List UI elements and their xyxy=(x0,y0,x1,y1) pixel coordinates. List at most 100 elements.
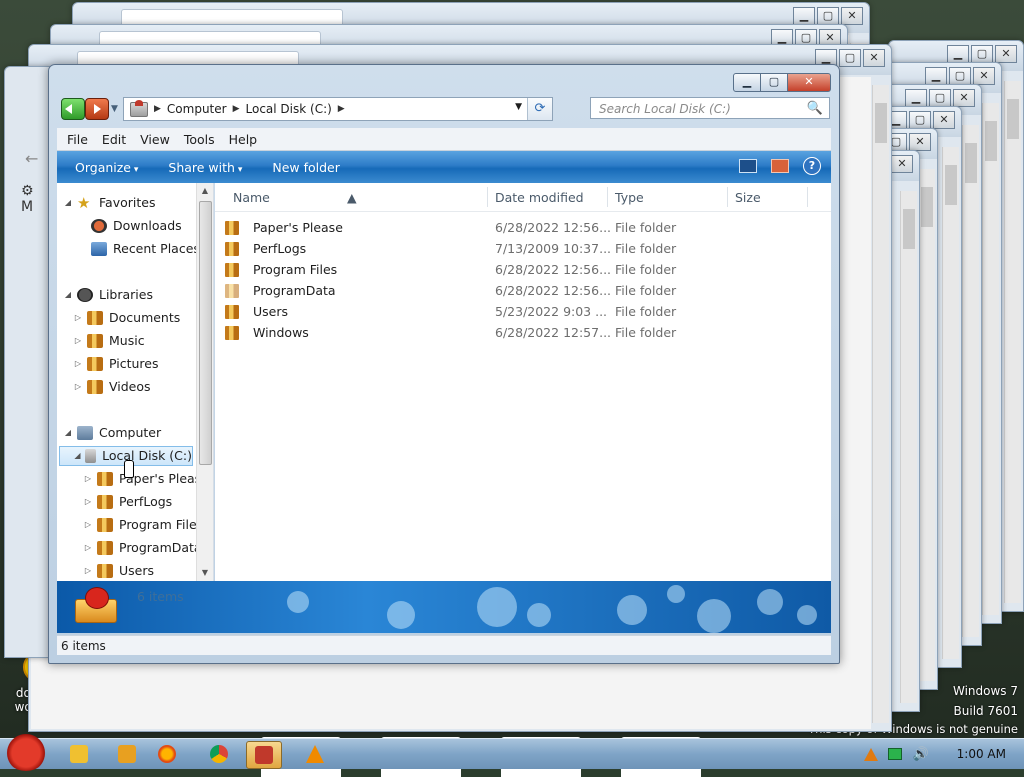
expand-arrow-icon[interactable]: ◢ xyxy=(63,193,73,213)
close-button[interactable]: ✕ xyxy=(788,73,831,92)
speaker-icon[interactable]: 🔊 xyxy=(912,747,928,762)
scroll-down-icon[interactable]: ▼ xyxy=(197,565,213,581)
share-with-button[interactable]: Share with xyxy=(168,160,242,175)
column-headers: ▲ Name Date modified Type Size xyxy=(215,183,831,212)
organize-button[interactable]: Organize xyxy=(75,160,138,175)
expand-arrow-icon[interactable]: ▷ xyxy=(73,331,83,351)
details-item-count: 6 items xyxy=(137,589,184,604)
help-icon[interactable]: ? xyxy=(803,157,821,175)
vlc-icon xyxy=(306,745,324,763)
folder-icon xyxy=(97,518,113,532)
expand-arrow-icon[interactable]: ▷ xyxy=(83,469,93,489)
column-size[interactable]: Size xyxy=(735,190,761,205)
taskbar-firefox-button[interactable] xyxy=(150,741,184,767)
expand-arrow-icon[interactable]: ▷ xyxy=(83,492,93,512)
recent-pages-chevron-icon[interactable]: ▼ xyxy=(111,104,118,114)
column-name[interactable]: Name xyxy=(233,190,270,205)
scrollbar-thumb[interactable] xyxy=(199,201,212,465)
address-bar[interactable]: ▶ Computer ▶ Local Disk (C:) ▶ ▼ ⟳ xyxy=(123,97,553,121)
drive-icon xyxy=(255,746,273,764)
expand-arrow-icon[interactable]: ◢ xyxy=(63,285,73,305)
back-button[interactable] xyxy=(61,98,85,120)
watermark-line-2: Build 7601 xyxy=(953,704,1018,718)
vlc-tray-icon[interactable] xyxy=(864,747,879,761)
taskbar-media-button[interactable] xyxy=(110,741,144,767)
details-pane: 6 items xyxy=(57,581,831,633)
expand-arrow-icon[interactable]: ▷ xyxy=(83,538,93,558)
navigation-bar: ▼ ▶ Computer ▶ Local Disk (C:) ▶ ▼ ⟳ Sea… xyxy=(57,95,831,125)
address-dropdown-icon[interactable]: ▼ xyxy=(515,102,522,112)
file-row[interactable]: ProgramData 6/28/2022 12:56... File folder xyxy=(225,280,785,301)
column-type[interactable]: Type xyxy=(615,190,644,205)
tree-downloads[interactable]: Downloads xyxy=(77,216,182,236)
taskbar: 🔊 1:00 AM xyxy=(0,731,1024,771)
watermark-line-1: Windows 7 xyxy=(952,684,1018,698)
tree-papers-please[interactable]: ▷ Paper's Please xyxy=(83,469,209,489)
libraries-icon xyxy=(77,288,93,302)
expand-arrow-icon[interactable]: ◢ xyxy=(74,446,81,466)
maximize-button[interactable]: ▢ xyxy=(761,73,788,92)
menu-bar: File Edit View Tools Help xyxy=(57,128,831,151)
explorer-window: ▁ ▢ ✕ ▼ ▶ Computer ▶ Local Disk (C:) ▶ ▼… xyxy=(48,64,840,664)
downloads-icon xyxy=(91,219,107,233)
menu-file[interactable]: File xyxy=(67,132,88,147)
tree-documents[interactable]: ▷ Documents xyxy=(73,308,180,328)
folder-icon xyxy=(225,220,239,235)
tree-program-files[interactable]: ▷ Program Files xyxy=(83,515,203,535)
search-placeholder: Search Local Disk (C:) xyxy=(599,102,731,116)
tree-pictures[interactable]: ▷ Pictures xyxy=(73,354,159,374)
tree-recent-places[interactable]: Recent Places xyxy=(77,239,200,259)
taskbar-explorer-button[interactable] xyxy=(62,741,96,767)
file-row[interactable]: Program Files 6/28/2022 12:56... File fold… xyxy=(225,259,785,280)
refresh-icon[interactable]: ⟳ xyxy=(527,98,552,120)
change-view-icon[interactable] xyxy=(739,159,757,173)
folder-icon xyxy=(225,325,239,340)
expand-arrow-icon[interactable]: ▷ xyxy=(83,561,93,581)
network-icon[interactable] xyxy=(888,748,903,760)
tree-favorites[interactable]: ◢ ★ Favorites xyxy=(63,193,156,213)
caption-buttons: ▁ ▢ ✕ xyxy=(733,73,831,92)
expand-arrow-icon[interactable]: ▷ xyxy=(73,354,83,374)
clock[interactable]: 1:00 AM xyxy=(957,747,1006,761)
new-folder-button[interactable]: New folder xyxy=(272,160,340,175)
ghost-browser-edge: ← ⚙ M xyxy=(4,66,50,658)
search-input[interactable]: Search Local Disk (C:) 🔍 xyxy=(590,97,830,119)
chevron-right-icon[interactable]: ▶ xyxy=(154,104,161,114)
folder-icon xyxy=(225,241,239,256)
tree-users[interactable]: ▷ Users xyxy=(83,561,154,581)
taskbar-vlc-button[interactable] xyxy=(298,741,332,767)
expand-arrow-icon[interactable]: ▷ xyxy=(73,308,83,328)
tree-videos[interactable]: ▷ Videos xyxy=(73,377,151,397)
tree-programdata[interactable]: ▷ ProgramData xyxy=(83,538,202,558)
menu-help[interactable]: Help xyxy=(229,132,258,147)
file-row[interactable]: PerfLogs 7/13/2009 10:37... File folder xyxy=(225,238,785,259)
menu-tools[interactable]: Tools xyxy=(184,132,215,147)
tree-perflogs[interactable]: ▷ PerfLogs xyxy=(83,492,172,512)
menu-view[interactable]: View xyxy=(140,132,170,147)
expand-arrow-icon[interactable]: ▷ xyxy=(83,515,93,535)
expand-arrow-icon[interactable]: ◢ xyxy=(63,423,73,443)
file-row[interactable]: Windows 6/28/2022 12:57... File folder xyxy=(225,322,785,343)
tree-computer[interactable]: ◢ Computer xyxy=(63,423,161,443)
preview-pane-icon[interactable] xyxy=(771,159,789,173)
nav-pane-scrollbar[interactable]: ▲ ▼ xyxy=(196,183,213,581)
chevron-right-icon[interactable]: ▶ xyxy=(233,104,240,114)
forward-button[interactable] xyxy=(85,98,109,120)
taskbar-active-explorer-button[interactable] xyxy=(246,741,282,769)
column-date-modified[interactable]: Date modified xyxy=(495,190,584,205)
file-row[interactable]: Paper's Please 6/28/2022 12:56... File fol… xyxy=(225,217,785,238)
taskbar-chrome-button[interactable] xyxy=(202,741,236,767)
breadcrumb-computer[interactable]: Computer xyxy=(167,102,227,116)
menu-edit[interactable]: Edit xyxy=(102,132,126,147)
star-icon: ★ xyxy=(77,194,91,212)
scroll-up-icon[interactable]: ▲ xyxy=(197,183,213,199)
breadcrumb-local-disk[interactable]: Local Disk (C:) xyxy=(246,102,332,116)
minimize-button[interactable]: ▁ xyxy=(733,73,761,92)
tree-libraries[interactable]: ◢ Libraries xyxy=(63,285,153,305)
tree-music[interactable]: ▷ Music xyxy=(73,331,145,351)
chevron-right-icon[interactable]: ▶ xyxy=(338,104,345,114)
search-icon[interactable]: 🔍 xyxy=(807,98,823,120)
expand-arrow-icon[interactable]: ▷ xyxy=(73,377,83,397)
file-row[interactable]: Users 5/23/2022 9:03 ... File folder xyxy=(225,301,785,322)
start-button[interactable] xyxy=(4,731,48,771)
